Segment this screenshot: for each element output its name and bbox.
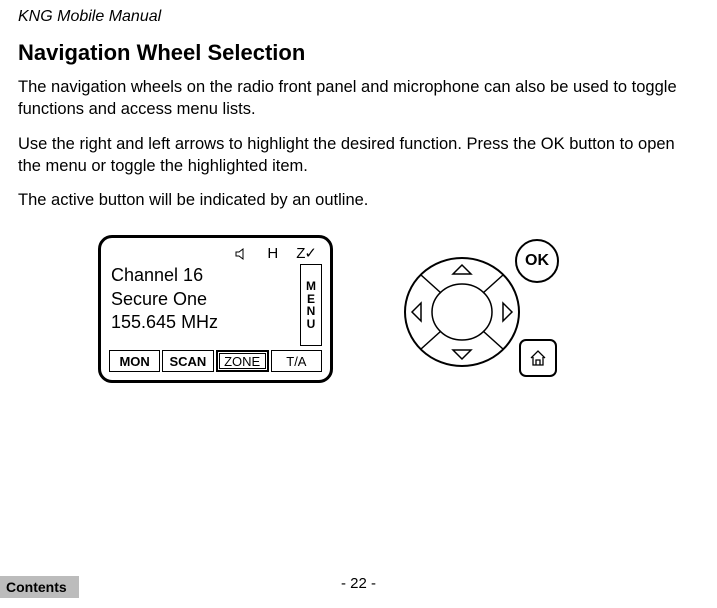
softkey-mon[interactable]: MON xyxy=(109,350,160,372)
channel-line2: Secure One xyxy=(111,288,300,311)
menu-u: U xyxy=(307,318,316,331)
nav-up-icon xyxy=(453,265,471,274)
softkey-row: MON SCAN ZONE T/A xyxy=(109,350,322,372)
nav-wheel[interactable] xyxy=(403,253,521,371)
page-number: - 22 - xyxy=(0,575,717,592)
home-icon xyxy=(528,348,548,368)
menu-softkey[interactable]: M E N U xyxy=(300,264,322,346)
softkey-zone[interactable]: ZONE xyxy=(216,350,269,372)
nav-right-icon xyxy=(503,303,512,321)
ok-label: OK xyxy=(525,252,549,270)
section-heading: Navigation Wheel Selection xyxy=(18,40,699,66)
screen-body: Channel 16 Secure One 155.645 MHz M E N … xyxy=(109,262,322,350)
menu-m: M xyxy=(306,280,316,293)
nav-down-icon xyxy=(453,350,471,359)
contents-link[interactable]: Contents xyxy=(0,576,79,598)
softkey-scan[interactable]: SCAN xyxy=(162,350,213,372)
channel-line3: 155.645 MHz xyxy=(111,311,300,334)
header-title: KNG Mobile Manual xyxy=(18,8,699,26)
ok-button[interactable]: OK xyxy=(515,239,559,283)
speaker-icon xyxy=(235,245,249,262)
channel-line1: Channel 16 xyxy=(111,264,300,287)
status-z: Z✓ xyxy=(296,244,316,262)
paragraph-3: The active button will be indicated by a… xyxy=(18,189,699,211)
nav-left-icon xyxy=(412,303,421,321)
paragraph-1: The navigation wheels on the radio front… xyxy=(18,76,699,121)
status-bar: H Z✓ xyxy=(109,244,322,262)
home-button[interactable] xyxy=(519,339,557,377)
status-h: H xyxy=(267,245,278,262)
radio-screen: H Z✓ Channel 16 Secure One 155.645 MHz M… xyxy=(98,235,333,383)
channel-info: Channel 16 Secure One 155.645 MHz xyxy=(109,262,300,350)
paragraph-2: Use the right and left arrows to highlig… xyxy=(18,133,699,178)
nav-cluster: OK xyxy=(393,239,593,379)
softkey-ta[interactable]: T/A xyxy=(271,350,322,372)
figure-row: H Z✓ Channel 16 Secure One 155.645 MHz M… xyxy=(98,235,699,383)
